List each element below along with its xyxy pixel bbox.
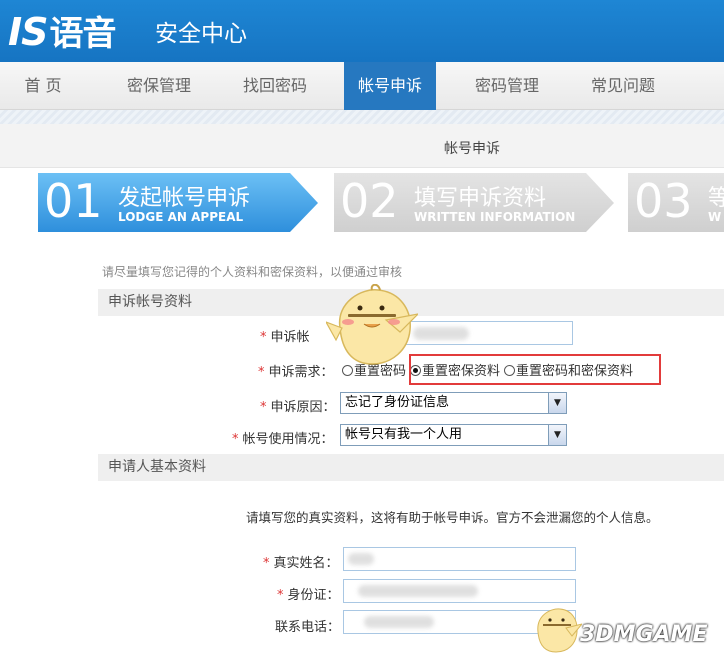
privacy-note: 请填写您的真实资料，这将有助于帐号申诉。官方不会泄漏您的个人信息。 <box>246 510 659 525</box>
required-mark: * <box>232 432 239 447</box>
usage-select-value: 帐号只有我一个人用 <box>345 427 463 442</box>
step-2: 02 填写申诉资料 WRITTEN INFORMATION <box>334 172 594 232</box>
step-1: 01 发起帐号申诉 LODGE AN APPEAL <box>38 172 298 232</box>
step-1-number: 01 <box>44 174 103 228</box>
nav-account-appeal[interactable]: 帐号申诉 <box>344 62 436 112</box>
redacted-value <box>364 616 434 628</box>
nav-faq[interactable]: 常见问题 <box>578 62 668 110</box>
main-nav: 首 页 密保管理 找回密码 帐号申诉 密码管理 常见问题 <box>0 62 724 112</box>
page-title-bar: 帐号申诉 <box>0 124 724 168</box>
page-title: 帐号申诉 <box>444 141 500 157</box>
redacted-value <box>413 327 469 340</box>
step-1-title: 发起帐号申诉 <box>118 186 251 211</box>
usage-label: * 帐号使用情况： <box>232 428 334 447</box>
step-1-en: LODGE AN APPEAL <box>118 210 244 224</box>
phone-label: 联系电话： <box>275 620 341 635</box>
name-input[interactable] <box>343 547 576 571</box>
reason-label: * 申诉原因： <box>260 396 336 415</box>
account-input[interactable] <box>400 321 573 345</box>
id-label: * 身份证： <box>277 584 340 603</box>
required-mark: * <box>277 588 284 603</box>
usage-select[interactable]: 帐号只有我一个人用 ▼ <box>340 424 567 446</box>
annotation-highlight-box <box>409 354 661 385</box>
watermark-text: 3DMGAME <box>580 622 708 647</box>
usage-label-text: 帐号使用情况： <box>242 432 334 447</box>
step-3-en: W <box>708 210 722 224</box>
watermark-mascot-icon <box>537 608 582 653</box>
redacted-value <box>358 585 478 597</box>
nav-security-manage[interactable]: 密保管理 <box>114 62 204 110</box>
site-header: IS语音 安全中心 <box>0 0 724 62</box>
progress-steps: 01 发起帐号申诉 LODGE AN APPEAL 02 填写申诉资料 WRIT… <box>0 170 724 234</box>
name-label-text: 真实姓名： <box>273 556 339 571</box>
need-label-text: 申诉需求： <box>268 365 334 380</box>
account-label: * 申诉帐 <box>260 326 310 345</box>
decorative-strip <box>0 110 724 124</box>
step-2-title: 填写申诉资料 <box>414 186 547 211</box>
required-mark: * <box>260 330 267 345</box>
nav-recover-password[interactable]: 找回密码 <box>230 62 320 110</box>
step-3-title: 等 <box>708 186 724 211</box>
brand-logo[interactable]: IS语音 <box>8 6 117 55</box>
nav-password-manage[interactable]: 密码管理 <box>462 62 552 110</box>
chevron-down-icon[interactable]: ▼ <box>548 425 566 445</box>
id-label-text: 身份证： <box>287 588 340 603</box>
account-label-text: 申诉帐 <box>270 330 310 345</box>
reason-select-value: 忘记了身份证信息 <box>345 395 450 410</box>
redacted-value <box>348 553 374 565</box>
step-3-number: 03 <box>634 174 693 228</box>
section-applicant-info: 申请人基本资料 <box>98 454 724 481</box>
logo-text: IS <box>8 10 49 54</box>
step-2-en: WRITTEN INFORMATION <box>414 210 576 224</box>
reason-select[interactable]: 忘记了身份证信息 ▼ <box>340 392 567 414</box>
header-subtitle: 安全中心 <box>155 21 247 47</box>
chevron-down-icon[interactable]: ▼ <box>548 393 566 413</box>
step-2-number: 02 <box>340 174 399 228</box>
required-mark: * <box>258 365 265 380</box>
required-mark: * <box>263 556 270 571</box>
reason-label-text: 申诉原因： <box>270 400 336 415</box>
mascot-bird-icon <box>326 284 418 365</box>
need-label: * 申诉需求： <box>258 361 334 380</box>
required-mark: * <box>260 400 267 415</box>
name-label: * 真实姓名： <box>263 552 339 571</box>
logo-cn-text: 语音 <box>49 14 117 54</box>
step-3: 03 等 W <box>628 172 724 232</box>
nav-home[interactable]: 首 页 <box>0 62 86 110</box>
id-input[interactable] <box>343 579 576 603</box>
form-hint: 请尽量填写您记得的个人资料和密保资料，以便通过审核 <box>102 265 403 279</box>
